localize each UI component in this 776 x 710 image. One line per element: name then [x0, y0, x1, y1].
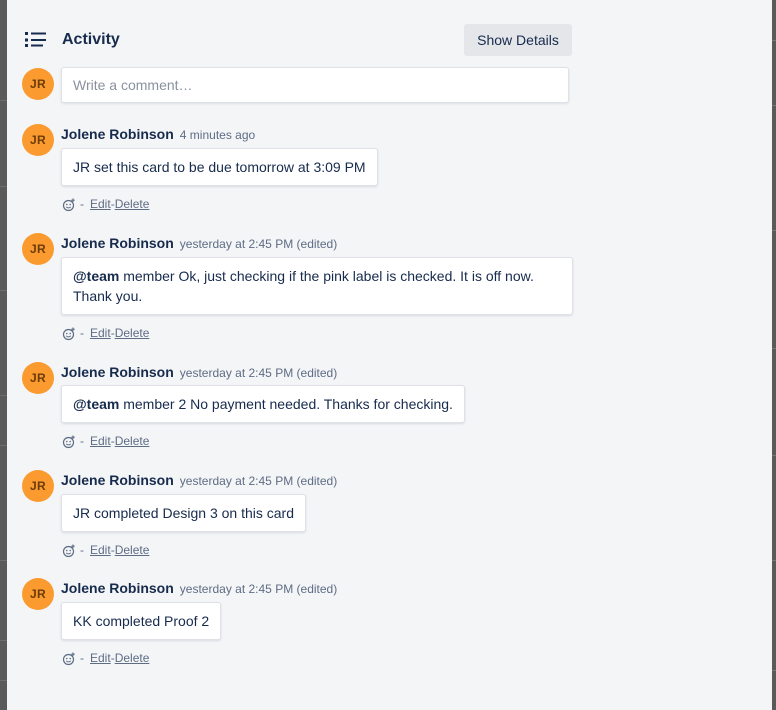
entry-author[interactable]: Jolene Robinson [61, 235, 174, 251]
add-reaction-icon[interactable] [62, 435, 76, 449]
entry-comment: JR set this card to be due tomorrow at 3… [61, 148, 378, 186]
entry-actions: - Edit-Delete [62, 651, 149, 667]
avatar[interactable]: JR [22, 362, 54, 394]
activity-list-icon [25, 32, 46, 47]
delete-link[interactable]: Delete [115, 326, 150, 340]
entry-timestamp[interactable]: yesterday at 2:45 PM (edited) [180, 366, 337, 380]
comment-input[interactable] [61, 67, 569, 103]
entry-author[interactable]: Jolene Robinson [61, 364, 174, 380]
comment-text: member Ok, just checking if the pink lab… [73, 268, 534, 304]
separator: - [80, 197, 84, 211]
avatar[interactable]: JR [22, 233, 54, 265]
activity-title: Activity [62, 31, 120, 48]
activity-header: Activity Show Details [25, 24, 572, 56]
entry-actions: - Edit-Delete [62, 434, 149, 450]
window-frame: Activity Show Details JR JR Jolene Robin… [0, 0, 776, 710]
entry-author[interactable]: Jolene Robinson [61, 580, 174, 596]
edit-link[interactable]: Edit [90, 197, 111, 211]
entry-actions: - Edit-Delete [62, 326, 149, 342]
edit-link[interactable]: Edit [90, 434, 111, 448]
separator: - [80, 543, 84, 557]
edit-link[interactable]: Edit [90, 543, 111, 557]
delete-link[interactable]: Delete [115, 651, 150, 665]
edit-link[interactable]: Edit [90, 326, 111, 340]
separator: - [80, 326, 84, 340]
entry-timestamp[interactable]: yesterday at 2:45 PM (edited) [180, 237, 337, 251]
entry-meta: Jolene Robinson yesterday at 2:45 PM (edi… [61, 364, 337, 382]
entry-meta: Jolene Robinson yesterday at 2:45 PM (edi… [61, 235, 337, 253]
mention[interactable]: @team [73, 268, 119, 284]
entry-author[interactable]: Jolene Robinson [61, 126, 174, 142]
entry-comment: JR completed Design 3 on this card [61, 494, 306, 532]
add-reaction-icon[interactable] [62, 652, 76, 666]
edit-link[interactable]: Edit [90, 651, 111, 665]
entry-meta: Jolene Robinson yesterday at 2:45 PM (edi… [61, 580, 337, 598]
entry-meta: Jolene Robinson yesterday at 2:45 PM (edi… [61, 472, 337, 490]
entry-comment: @team member 2 No payment needed. Thanks… [61, 385, 465, 423]
backdrop-right [772, 0, 776, 710]
entry-timestamp[interactable]: yesterday at 2:45 PM (edited) [180, 582, 337, 596]
delete-link[interactable]: Delete [115, 543, 150, 557]
entry-actions: - Edit-Delete [62, 197, 149, 213]
entry-timestamp[interactable]: 4 minutes ago [180, 128, 255, 142]
add-reaction-icon[interactable] [62, 327, 76, 341]
comment-text: member 2 No payment needed. Thanks for c… [119, 396, 453, 412]
comment-text: KK completed Proof 2 [73, 613, 210, 629]
mention[interactable]: @team [73, 396, 119, 412]
delete-link[interactable]: Delete [115, 197, 150, 211]
show-details-button[interactable]: Show Details [464, 24, 572, 56]
entry-author[interactable]: Jolene Robinson [61, 472, 174, 488]
avatar[interactable]: JR [22, 68, 54, 100]
entry-meta: Jolene Robinson 4 minutes ago [61, 126, 255, 144]
separator: - [80, 651, 84, 665]
comment-text: JR completed Design 3 on this card [73, 505, 294, 521]
separator: - [80, 434, 84, 448]
comment-text: JR set this card to be due tomorrow at 3… [73, 159, 366, 175]
avatar[interactable]: JR [22, 124, 54, 156]
add-reaction-icon[interactable] [62, 544, 76, 558]
delete-link[interactable]: Delete [115, 434, 150, 448]
card-detail-panel: Activity Show Details JR JR Jolene Robin… [7, 0, 772, 710]
entry-actions: - Edit-Delete [62, 543, 149, 559]
add-reaction-icon[interactable] [62, 198, 76, 212]
entry-comment: @team member Ok, just checking if the pi… [61, 257, 573, 315]
entry-timestamp[interactable]: yesterday at 2:45 PM (edited) [180, 474, 337, 488]
backdrop-left [0, 0, 7, 710]
avatar[interactable]: JR [22, 470, 54, 502]
entry-comment: KK completed Proof 2 [61, 602, 222, 640]
avatar[interactable]: JR [22, 578, 54, 610]
